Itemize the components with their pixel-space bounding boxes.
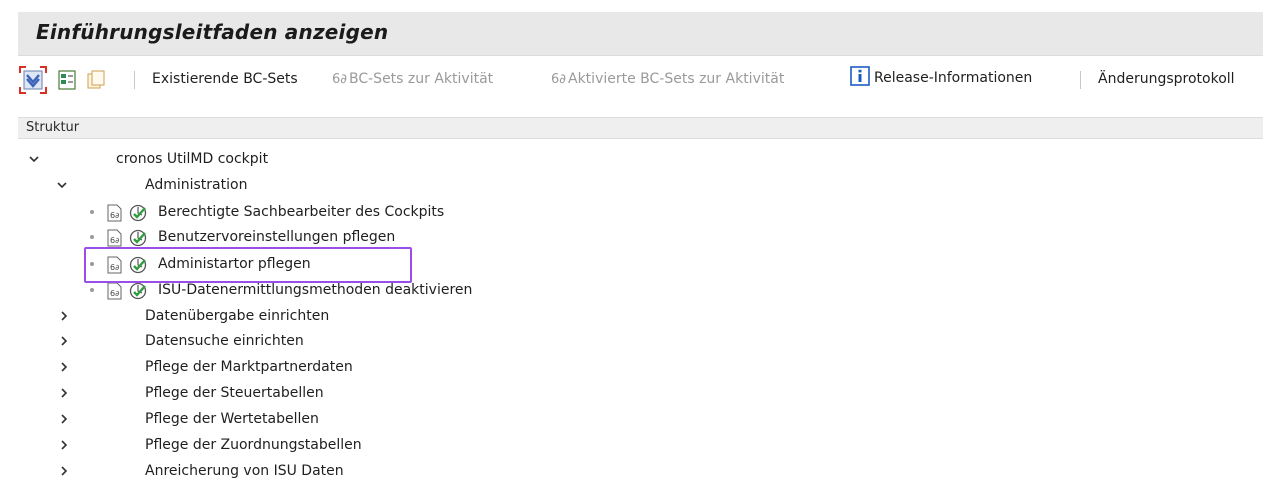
chevron-right-icon[interactable] [56,437,72,453]
documentation-icon[interactable]: 6∂ [106,256,124,274]
img-structure-tree: cronos UtilMD cockpit Administration 6∂ … [18,145,1263,485]
chevron-right-icon[interactable] [56,333,72,349]
structure-header: Struktur [18,117,1263,139]
tree-activity-row[interactable]: 6∂ Administartor pflegen [18,252,1263,278]
tree-node-collapsed[interactable]: Datensuche einrichten [18,329,1263,355]
chevron-down-icon[interactable] [54,177,70,193]
execute-activity-icon[interactable] [128,281,148,301]
tree-node-label: cronos UtilMD cockpit [116,151,269,167]
tree-activity-row[interactable]: 6∂ ISU-Datenermittlungsmethoden deaktivi… [18,278,1263,304]
tree-node-label: Datenübergabe einrichten [145,308,330,324]
toolbar-separator [1080,71,1081,89]
activated-bc-sets-button[interactable]: 6∂ Aktivierte BC-Sets zur Aktivität [551,71,784,87]
documentation-icon[interactable]: 6∂ [106,204,124,222]
link-icon: 6∂ [551,72,566,87]
svg-text:6∂: 6∂ [110,263,119,272]
tree-node-collapsed[interactable]: Pflege der Zuordnungstabellen [18,433,1263,459]
chevron-right-icon[interactable] [56,411,72,427]
tree-node-administration[interactable]: Administration [18,173,1263,199]
copy-icon[interactable] [80,65,110,95]
tree-activity-row[interactable]: 6∂ Berechtigte Sachbearbeiter des Cockpi… [18,200,1263,226]
info-icon [850,66,870,90]
activity-label: ISU-Datenermittlungsmethoden deaktiviere… [158,282,473,298]
release-information-button[interactable]: Release-Informationen [850,66,1032,90]
tree-node-collapsed[interactable]: Pflege der Marktpartnerdaten [18,355,1263,381]
tree-node-collapsed[interactable]: Anreicherung von ISU Daten [18,459,1263,485]
tree-node-label: Datensuche einrichten [145,333,304,349]
chevron-down-icon[interactable] [26,151,42,167]
page-title: Einführungsleitfaden anzeigen [36,20,389,44]
tree-node-root[interactable]: cronos UtilMD cockpit [18,147,1263,173]
activity-label: Administartor pflegen [158,256,311,272]
application-toolbar: Existierende BC-Sets 6∂ BC-Sets zur Aktiv… [18,59,1263,103]
link-icon: 6∂ [332,72,347,87]
tree-node-label: Pflege der Steuertabellen [145,385,324,401]
tree-node-collapsed[interactable]: Datenübergabe einrichten [18,304,1263,330]
tree-bullet [90,288,94,292]
chevron-right-icon[interactable] [56,308,72,324]
chevron-right-icon[interactable] [56,359,72,375]
existing-bc-sets-button[interactable]: Existierende BC-Sets [152,71,298,87]
tree-node-label: Administration [145,177,248,193]
change-log-button[interactable]: Änderungsprotokoll [1098,71,1235,87]
execute-icon[interactable] [52,65,82,95]
tree-bullet [90,235,94,239]
tree-node-label: Pflege der Wertetabellen [145,411,319,427]
documentation-icon[interactable]: 6∂ [106,282,124,300]
tree-node-label: Anreicherung von ISU Daten [145,463,344,479]
svg-text:6∂: 6∂ [110,236,119,245]
activity-label: Benutzervoreinstellungen pflegen [158,229,396,245]
execute-activity-icon[interactable] [128,228,148,248]
chevron-right-icon[interactable] [56,463,72,479]
structure-label: Struktur [26,120,80,135]
execute-activity-icon[interactable] [128,203,148,223]
tree-node-collapsed[interactable]: Pflege der Steuertabellen [18,381,1263,407]
tree-bullet [90,262,94,266]
svg-text:6∂: 6∂ [110,211,119,220]
bc-sets-for-activity-button[interactable]: 6∂ BC-Sets zur Aktivität [332,71,493,87]
expand-select-icon[interactable] [18,65,48,95]
chevron-right-icon[interactable] [56,385,72,401]
tree-node-label: Pflege der Marktpartnerdaten [145,359,353,375]
tree-activity-row[interactable]: 6∂ Benutzervoreinstellungen pflegen [18,225,1263,251]
title-bar: Einführungsleitfaden anzeigen [18,12,1263,56]
tree-node-label: Pflege der Zuordnungstabellen [145,437,362,453]
documentation-icon[interactable]: 6∂ [106,229,124,247]
tree-bullet [90,210,94,214]
svg-text:6∂: 6∂ [110,289,119,298]
activity-label: Berechtigte Sachbearbeiter des Cockpits [158,204,445,220]
execute-activity-icon[interactable] [128,255,148,275]
toolbar-separator [134,71,135,89]
tree-node-collapsed[interactable]: Pflege der Wertetabellen [18,407,1263,433]
